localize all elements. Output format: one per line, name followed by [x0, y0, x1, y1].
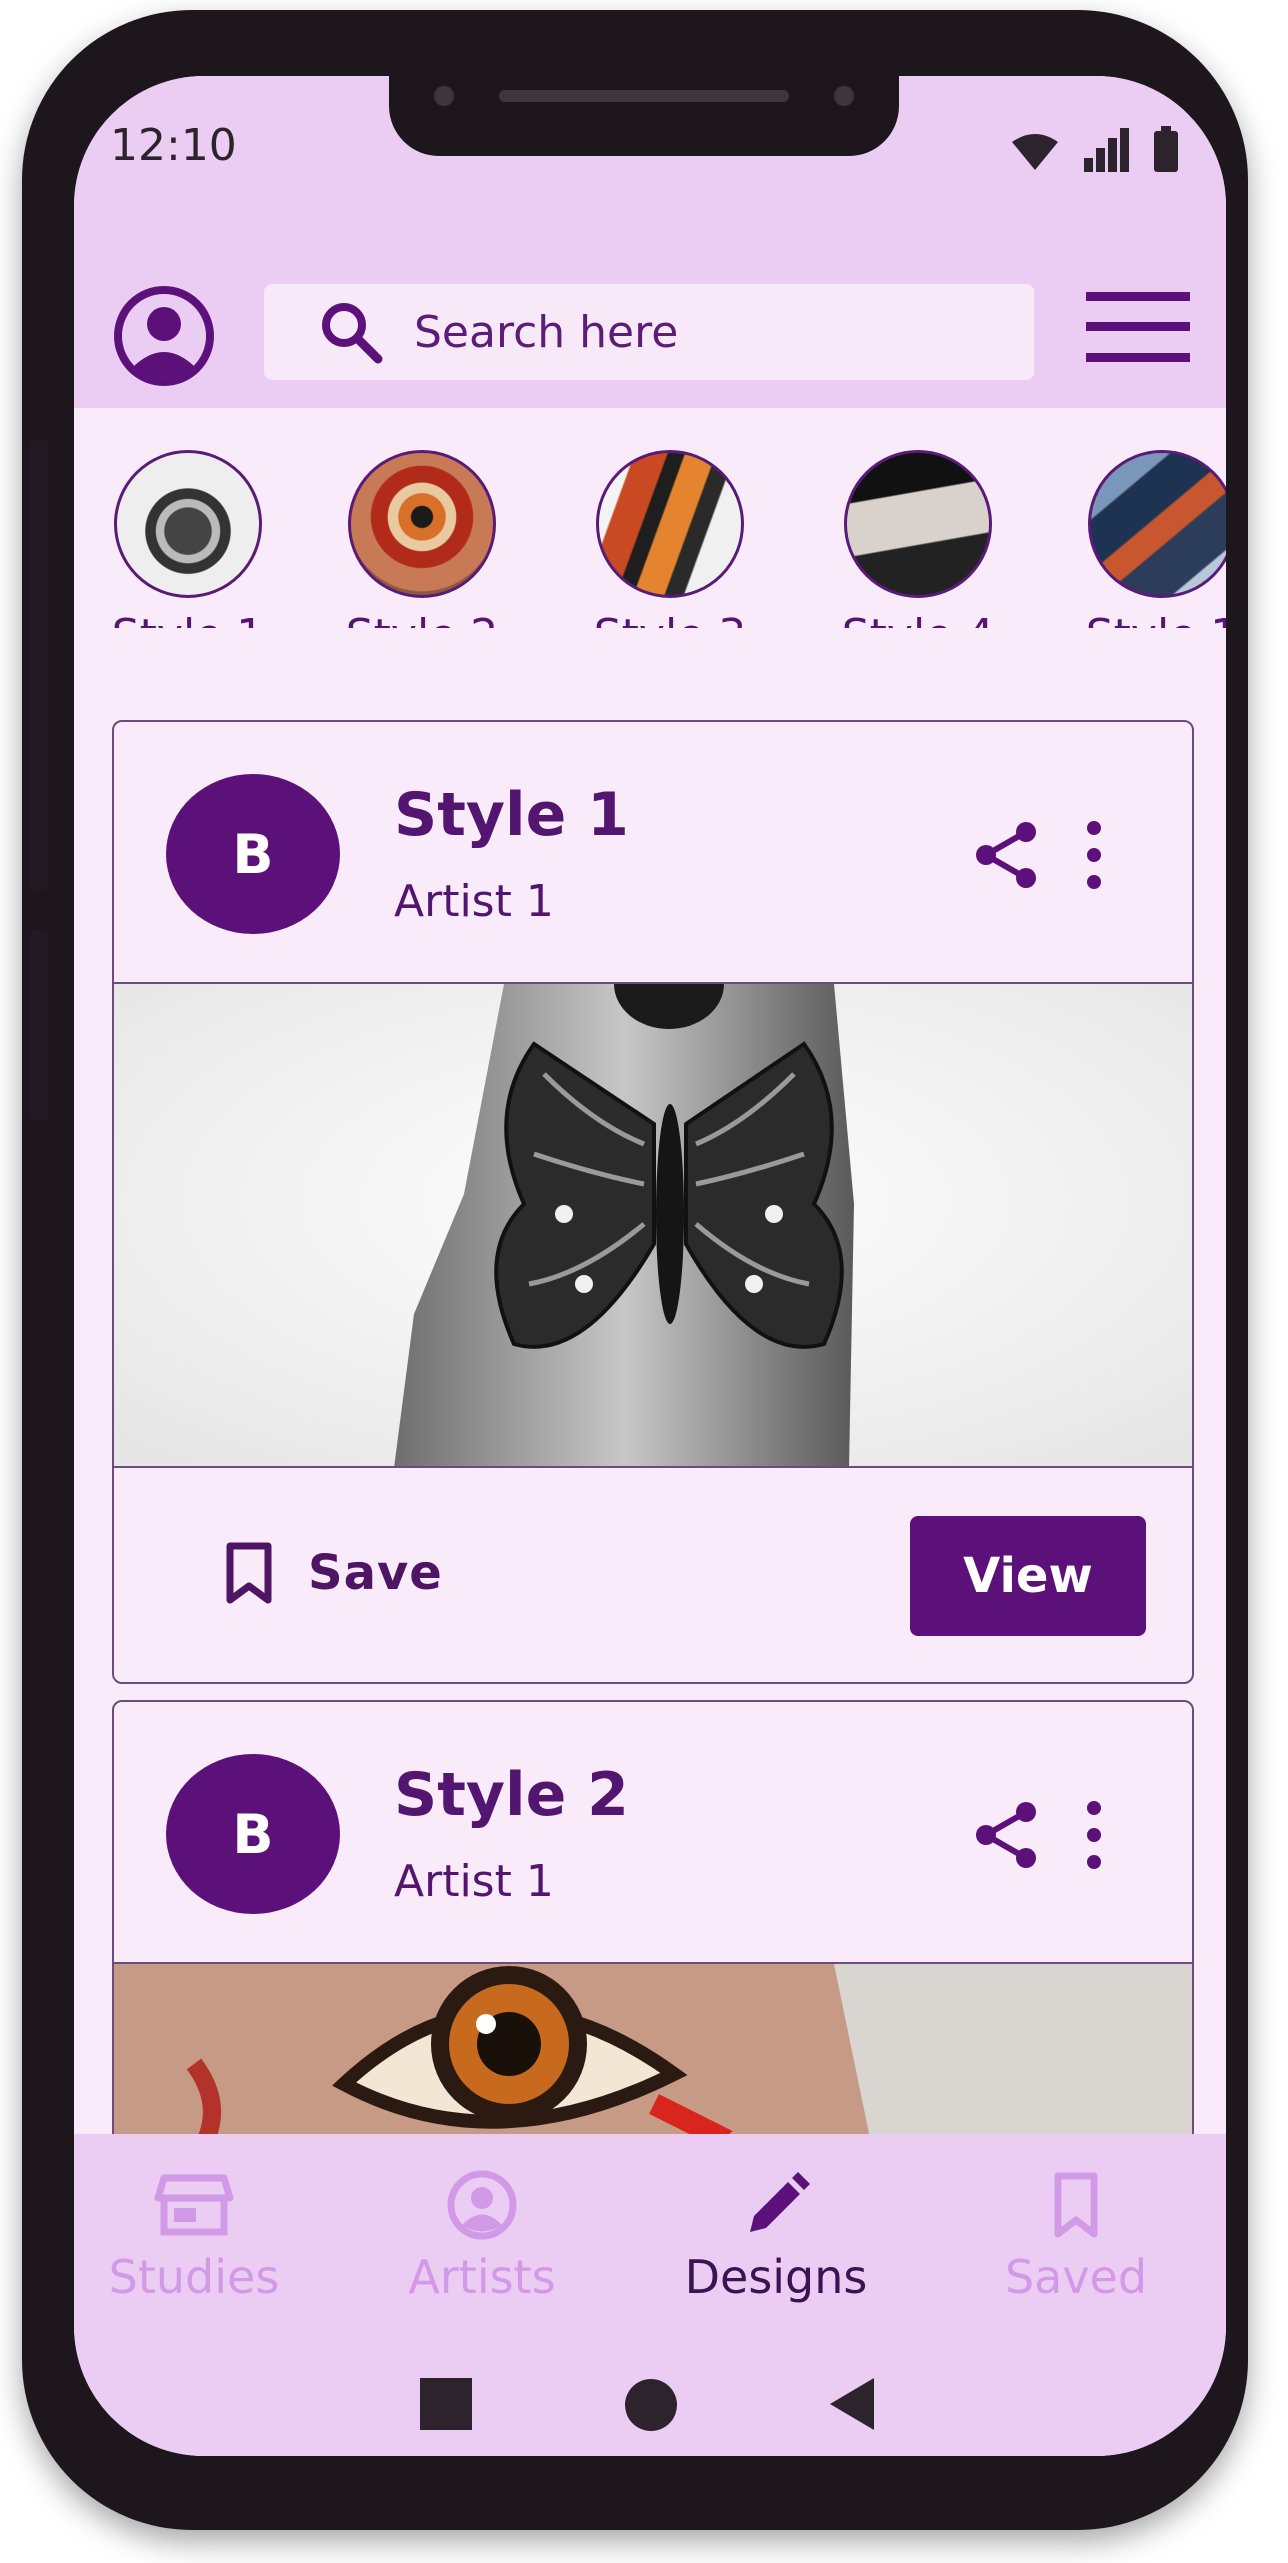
- nav-label: Designs: [684, 2250, 868, 2304]
- nav-item-studies[interactable]: Studies: [74, 2170, 314, 2304]
- battery-icon: [1154, 126, 1178, 172]
- signal-icon: [1084, 128, 1129, 172]
- style-label: Style 4: [808, 610, 1028, 628]
- wifi-icon: [1012, 134, 1058, 170]
- home-icon[interactable]: [624, 2378, 678, 2432]
- notch: [389, 76, 899, 156]
- post-artist: Artist 1: [394, 876, 554, 927]
- share-icon[interactable]: [972, 820, 1042, 890]
- style-thumbnail: [844, 450, 992, 598]
- save-button[interactable]: Save: [224, 1542, 443, 1604]
- bottom-navigation: Studies Artists Designs Saved: [74, 2134, 1226, 2346]
- share-icon[interactable]: [972, 1800, 1042, 1870]
- account-circle-icon: [447, 2170, 517, 2240]
- bookmark-icon: [226, 1542, 272, 1604]
- more-vert-icon[interactable]: [1074, 1800, 1114, 1870]
- app-bar: Search here: [74, 216, 1226, 408]
- search-icon: [322, 303, 383, 364]
- style-chip[interactable]: Style 1: [78, 450, 298, 628]
- recents-icon[interactable]: [420, 2378, 472, 2430]
- post-card: B Style 2 Artist 1: [112, 1700, 1194, 2200]
- post-title: Style 1: [394, 780, 629, 850]
- nav-label: Artists: [408, 2250, 556, 2304]
- nav-item-saved[interactable]: Saved: [956, 2170, 1196, 2304]
- post-image[interactable]: [114, 984, 1192, 1468]
- style-label: Style 3: [560, 610, 780, 628]
- system-navigation: [74, 2346, 1226, 2456]
- post-header: B Style 2 Artist 1: [114, 1702, 1192, 1964]
- search-input[interactable]: Search here: [264, 284, 1034, 380]
- phone-frame: 12:10 Search here B Style 1 Artist 1 Sav…: [22, 10, 1248, 2530]
- style-thumbnail: [114, 450, 262, 598]
- artist-avatar[interactable]: B: [166, 774, 340, 934]
- nav-label: Saved: [1004, 2250, 1148, 2304]
- style-chip[interactable]: Style 2: [312, 450, 532, 628]
- post-header: B Style 1 Artist 1: [114, 722, 1192, 984]
- style-label: Style 2: [312, 610, 532, 628]
- profile-icon[interactable]: [112, 284, 216, 388]
- style-thumbnail: [1088, 450, 1226, 598]
- save-label: Save: [308, 1545, 443, 1601]
- speaker-grille: [499, 90, 789, 102]
- camera-dot: [834, 86, 854, 106]
- nav-item-designs[interactable]: Designs: [656, 2170, 896, 2304]
- screen: 12:10 Search here B Style 1 Artist 1 Sav…: [74, 76, 1226, 2456]
- post-card: B Style 1 Artist 1 Save View: [112, 720, 1194, 1684]
- style-label: Style 1: [78, 610, 298, 628]
- style-chip[interactable]: Style 3: [560, 450, 780, 628]
- post-actions: Save View: [114, 1468, 1192, 1682]
- sensor-dot: [434, 86, 454, 106]
- back-icon[interactable]: [830, 2378, 874, 2430]
- style-chip[interactable]: Style 1: [1052, 450, 1226, 628]
- more-vert-icon[interactable]: [1074, 820, 1114, 890]
- post-artist: Artist 1: [394, 1856, 554, 1907]
- style-chip[interactable]: Style 4: [808, 450, 1028, 628]
- search-placeholder: Search here: [414, 306, 679, 358]
- bookmark-icon: [1054, 2172, 1098, 2238]
- post-title: Style 2: [394, 1760, 629, 1830]
- pencil-icon: [750, 2172, 810, 2232]
- view-button[interactable]: View: [910, 1516, 1146, 1636]
- status-icons: [1010, 126, 1178, 172]
- status-time: 12:10: [110, 120, 237, 171]
- store-icon: [154, 2174, 234, 2236]
- butterfly-tattoo-image: [114, 984, 1192, 1466]
- volume-button: [30, 440, 48, 890]
- nav-label: Studies: [108, 2250, 280, 2304]
- artist-avatar[interactable]: B: [166, 1754, 340, 1914]
- nav-item-artists[interactable]: Artists: [362, 2170, 602, 2304]
- style-thumbnail: [348, 450, 496, 598]
- power-button: [30, 930, 48, 1120]
- style-label: Style 1: [1052, 610, 1226, 628]
- style-thumbnail: [596, 450, 744, 598]
- menu-icon[interactable]: [1086, 292, 1190, 362]
- styles-carousel[interactable]: Style 1 Style 2 Style 3 Style 4 Style 1: [74, 408, 1226, 628]
